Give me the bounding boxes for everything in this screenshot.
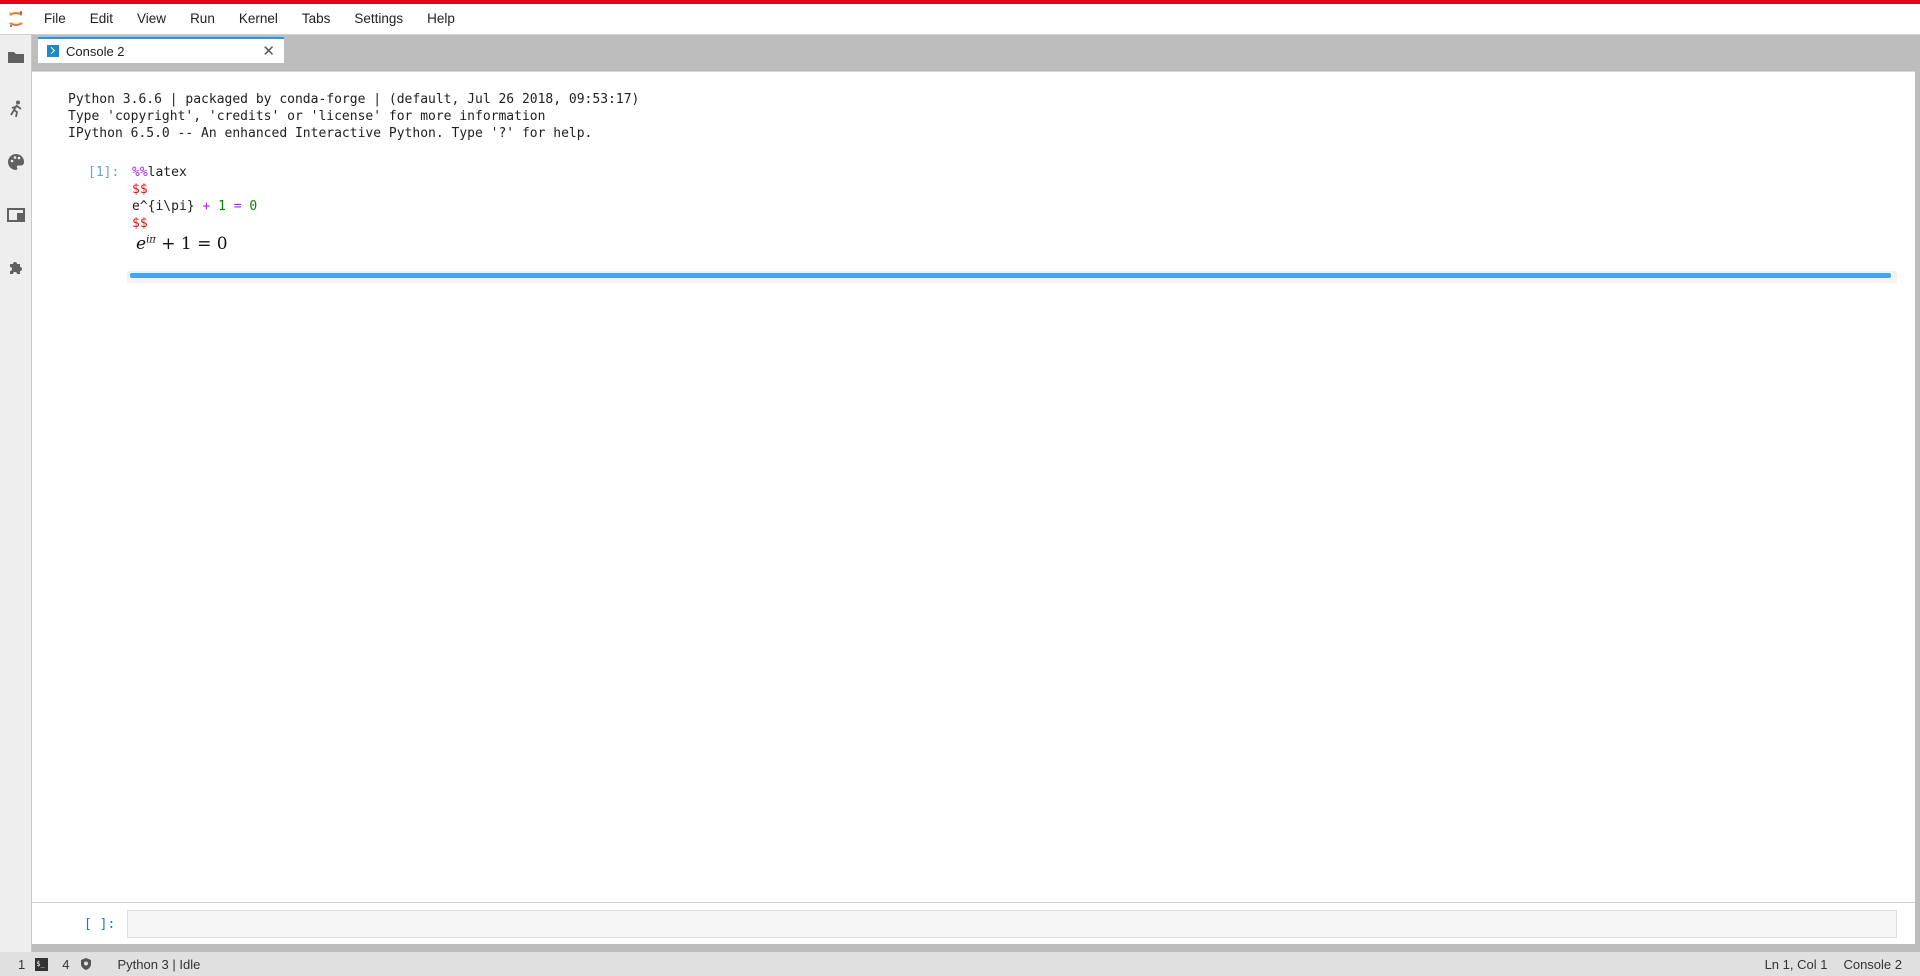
latex-delimiter: $$ <box>132 182 148 197</box>
output-base: e <box>136 234 147 254</box>
latex-one: 1 <box>218 199 226 214</box>
kernel-shield-icon <box>81 958 92 970</box>
status-bar: 1 4 Python 3 | Idle Ln 1, Col 1 Console … <box>0 952 1920 976</box>
menu-bar: File Edit View Run Kernel Tabs Settings … <box>0 4 1920 35</box>
tab-console-2[interactable]: Console 2 ✕ <box>38 37 284 63</box>
main-dock-area: Console 2 ✕ Python 3.6.6 | packaged by c… <box>32 35 1920 952</box>
menu-file[interactable]: File <box>32 4 78 34</box>
cell-collapser-bar[interactable] <box>127 271 1897 283</box>
tabs-icon[interactable] <box>6 205 26 225</box>
latex-base: e^{i\pi} <box>132 199 195 214</box>
palette-icon[interactable] <box>6 152 26 172</box>
latex-delimiter: $$ <box>132 216 148 231</box>
banner-line: Type 'copyright', 'credits' or 'license'… <box>68 109 546 124</box>
magic-prefix: %% <box>132 165 148 180</box>
prompt-divider <box>32 902 1915 903</box>
input-prompt: [ ]: <box>84 917 116 932</box>
current-document: Console 2 <box>1843 956 1902 972</box>
close-icon[interactable]: ✕ <box>262 42 275 60</box>
console-icon <box>47 45 59 57</box>
menu-view[interactable]: View <box>125 4 178 34</box>
kernel-status[interactable]: Python 3 | Idle <box>117 957 200 972</box>
tab-bar: Console 2 ✕ <box>32 35 1920 63</box>
menu-edit[interactable]: Edit <box>78 4 125 34</box>
console-panel: Python 3.6.6 | packaged by conda-forge |… <box>32 71 1915 944</box>
magic-name: latex <box>147 165 187 180</box>
output-rest: + 1 = 0 <box>161 234 228 254</box>
left-sidebar <box>0 35 32 952</box>
status-count-1[interactable]: 1 <box>18 957 25 972</box>
terminal-icon <box>35 957 49 971</box>
latex-plus: + <box>202 199 211 214</box>
menu-run[interactable]: Run <box>178 4 227 34</box>
tab-label: Console 2 <box>66 43 125 59</box>
output-exponent: iπ <box>146 234 156 246</box>
menu-settings[interactable]: Settings <box>342 4 415 34</box>
extension-icon[interactable] <box>6 258 26 278</box>
banner-line: IPython 6.5.0 -- An enhanced Interactive… <box>68 126 593 141</box>
cursor-position[interactable]: Ln 1, Col 1 <box>1765 957 1828 972</box>
folder-icon[interactable] <box>6 47 26 67</box>
jupyter-logo-icon <box>0 4 32 34</box>
cell-prompt: [1]: <box>88 165 120 180</box>
running-icon[interactable] <box>6 99 26 119</box>
menu-tabs[interactable]: Tabs <box>290 4 343 34</box>
latex-eq: = <box>233 199 242 214</box>
status-count-2[interactable]: 4 <box>62 957 69 972</box>
latex-output: eiπ + 1 = 0 <box>136 234 228 254</box>
latex-zero: 0 <box>249 199 258 214</box>
console-input[interactable] <box>127 910 1897 938</box>
cell-code[interactable]: %%latex $$ e^{i\pi} + 1 = 0 $$ <box>132 164 257 232</box>
cell-bar-fill <box>130 273 1891 278</box>
banner-line: Python 3.6.6 | packaged by conda-forge |… <box>68 92 640 107</box>
menu-kernel[interactable]: Kernel <box>227 4 290 34</box>
kernel-banner: Python 3.6.6 | packaged by conda-forge |… <box>68 91 639 142</box>
menu-help[interactable]: Help <box>415 4 467 34</box>
